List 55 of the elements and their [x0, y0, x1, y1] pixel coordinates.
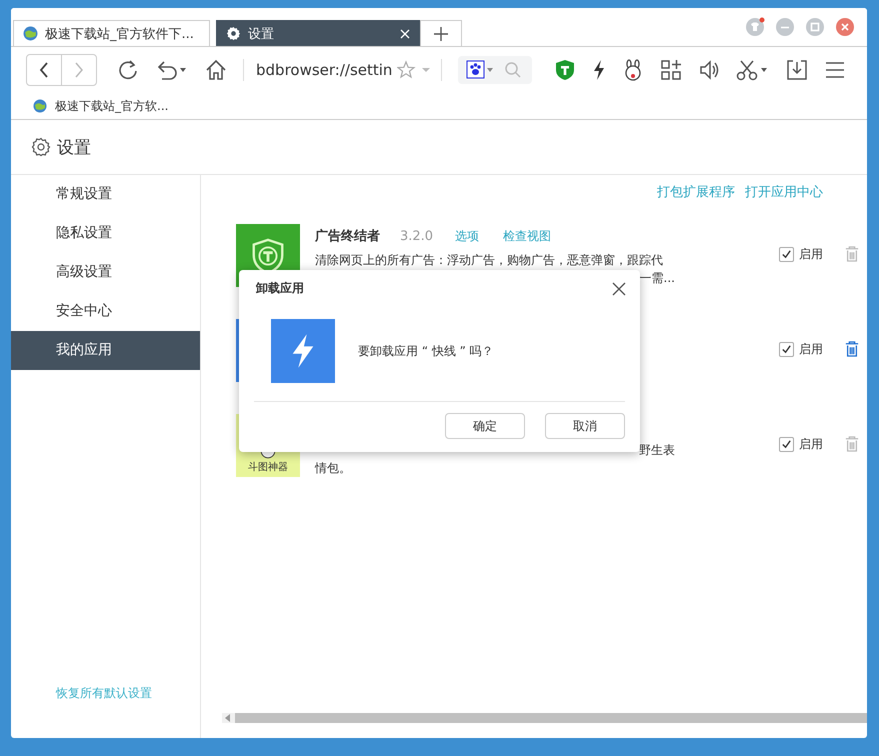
close-icon[interactable]: [612, 282, 626, 296]
checkmark-icon: [781, 439, 792, 450]
search-box[interactable]: [458, 56, 532, 84]
lightning-icon[interactable]: [592, 59, 606, 81]
skin-icon[interactable]: [745, 17, 765, 37]
sidebar-item[interactable]: 我的应用: [11, 331, 200, 370]
browser-tab[interactable]: 极速下载站_官方软件下...: [13, 20, 210, 46]
sidebar-item[interactable]: 安全中心: [11, 292, 200, 331]
enable-checkbox[interactable]: 启用: [779, 341, 823, 358]
settings-icon: [31, 137, 51, 157]
app-description: 清除网页上的所有广告：浮动广告，购物广告，恶意弹窗，跟踪代: [315, 252, 664, 269]
app-version: 3.2.0: [400, 229, 434, 244]
back-icon: [39, 62, 49, 78]
address-bar[interactable]: bdbrowser://settin: [243, 59, 442, 81]
search-icon: [504, 61, 522, 79]
apps-icon[interactable]: [660, 59, 682, 81]
settings-icon: [226, 26, 241, 41]
enable-checkbox[interactable]: 启用: [779, 436, 823, 453]
app-description: 情包。: [315, 460, 352, 477]
app-description: 一需...: [638, 270, 675, 287]
sidebar-item[interactable]: 隐私设置: [11, 214, 200, 253]
star-icon[interactable]: [397, 60, 431, 80]
browser-tab[interactable]: 设置: [216, 20, 420, 46]
checkmark-icon: [781, 344, 792, 355]
tab-title: 极速下载站_官方软件下...: [45, 26, 194, 42]
app-description: 野生表: [638, 442, 675, 459]
speaker-icon[interactable]: [698, 59, 720, 81]
forward-icon: [74, 62, 84, 78]
shield-icon[interactable]: [554, 59, 576, 81]
app-name: 广告终结者: [315, 228, 380, 245]
enable-checkbox[interactable]: 启用: [779, 246, 823, 263]
scissors-icon[interactable]: [736, 59, 770, 81]
sidebar-item[interactable]: 高级设置: [11, 253, 200, 292]
download-icon[interactable]: [786, 59, 808, 81]
new-tab-button[interactable]: [420, 20, 462, 46]
dialog-button[interactable]: 确定: [445, 413, 525, 439]
url-text: bdbrowser://settin: [256, 61, 391, 79]
home-icon[interactable]: [205, 59, 227, 81]
page-title: 设置: [57, 136, 91, 158]
app-icon: [271, 319, 335, 383]
globe-icon: [23, 26, 38, 41]
globe-icon: [33, 99, 47, 113]
sidebar-item[interactable]: 常规设置: [11, 175, 200, 214]
bookmark-item[interactable]: 极速下载站_官方软...: [33, 98, 168, 114]
horizontal-scrollbar[interactable]: [222, 713, 867, 723]
paw-icon: [466, 60, 494, 80]
plus-icon: [434, 26, 448, 40]
reload-icon[interactable]: [117, 59, 139, 81]
checkmark-icon: [781, 249, 792, 260]
tab-title: 设置: [248, 26, 275, 42]
trash-icon[interactable]: [845, 341, 859, 357]
undo-icon[interactable]: [155, 59, 189, 81]
dialog-button[interactable]: 取消: [545, 413, 625, 439]
dialog-title: 卸载应用: [256, 280, 304, 297]
dialog-message: 要卸载应用 “ 快线 ” 吗？: [358, 342, 494, 360]
